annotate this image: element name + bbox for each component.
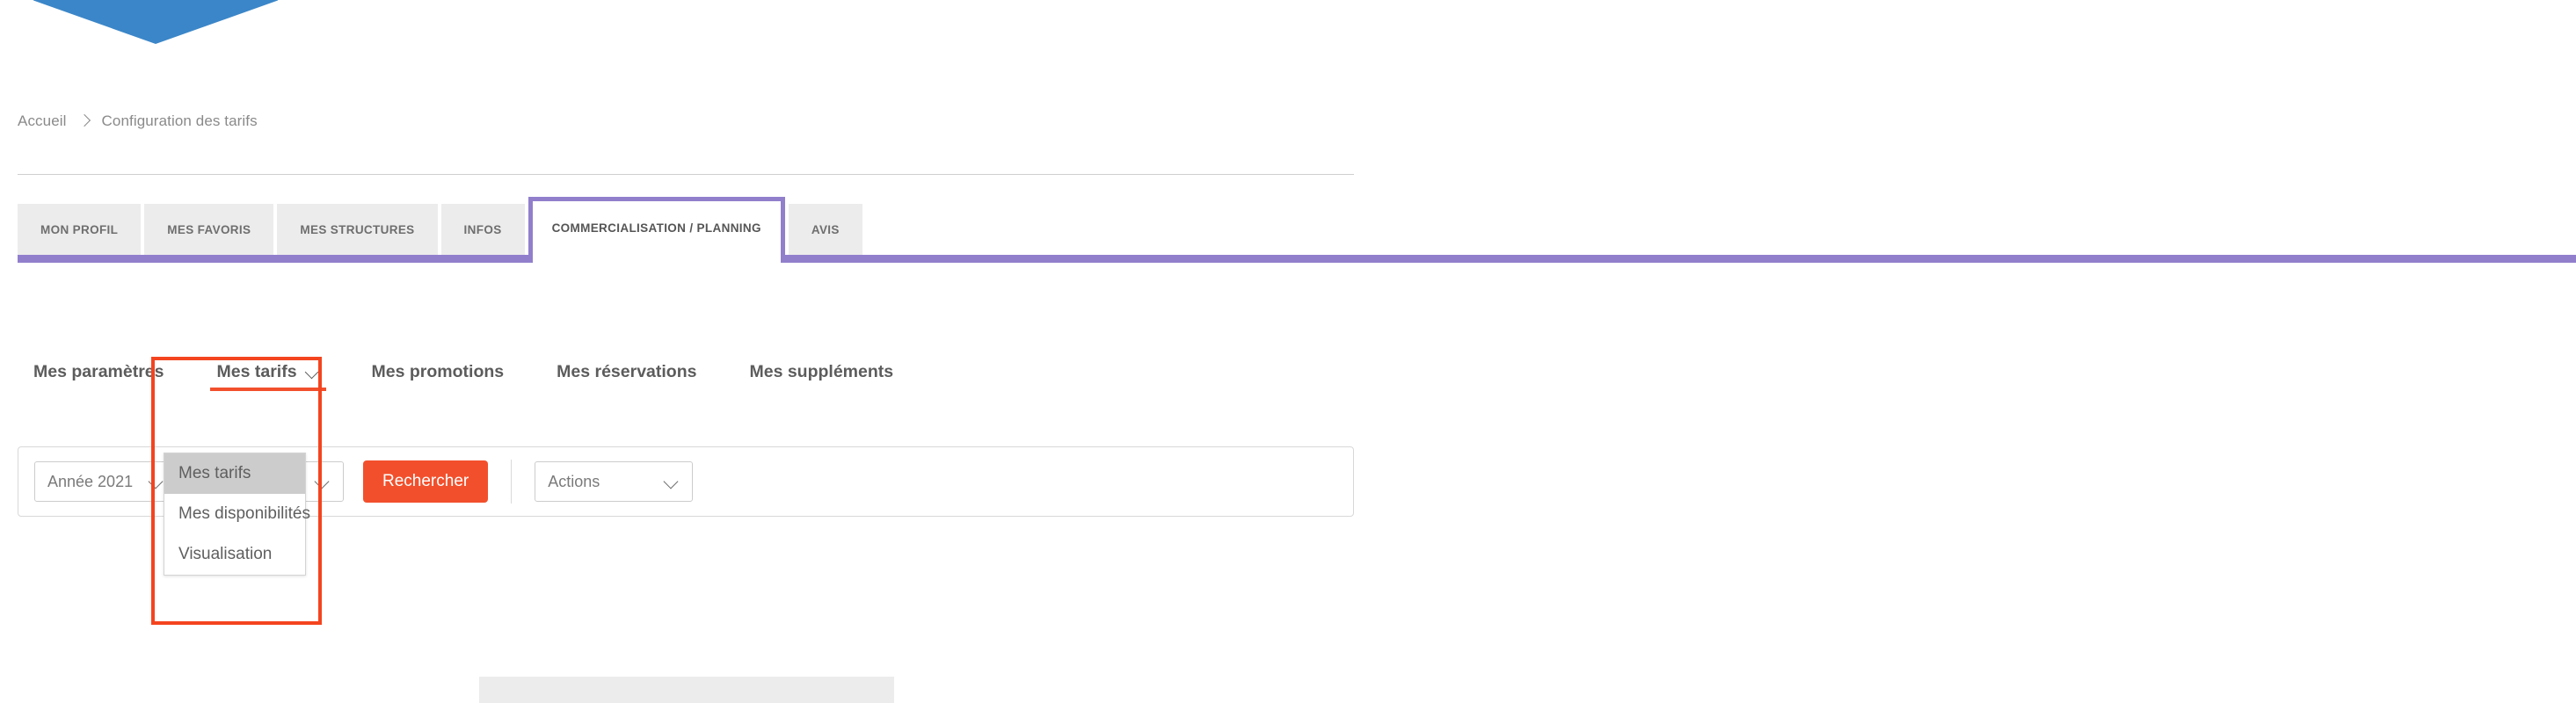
subnav-label: Mes paramètres <box>33 362 164 381</box>
mes-tarifs-dropdown-menu: Mes tarifs Mes disponibilités Visualisat… <box>164 453 310 576</box>
chevron-down-icon <box>305 367 319 378</box>
tab-label: MON PROFIL <box>40 222 119 236</box>
chevron-down-icon <box>315 476 331 488</box>
tab-label: INFOS <box>463 222 502 236</box>
dropdown-item-visualisation[interactable]: Visualisation <box>164 534 305 575</box>
content-placeholder-strip <box>479 677 894 703</box>
actions-select-value: Actions <box>548 472 600 490</box>
tab-mon-profil[interactable]: MON PROFIL <box>18 204 142 255</box>
subnav-label: Mes tarifs <box>216 362 297 381</box>
tab-infos[interactable]: INFOS <box>440 204 525 255</box>
blue-banner-shape <box>33 0 278 44</box>
subnav-item-mes-parametres[interactable]: Mes paramètres <box>33 362 191 396</box>
dropdown-item-label: Mes tarifs <box>178 464 251 482</box>
tab-avis[interactable]: AVIS <box>788 204 862 255</box>
breadcrumb-item-home[interactable]: Accueil <box>18 112 67 130</box>
subnav-item-mes-tarifs[interactable]: Mes tarifs <box>191 362 346 396</box>
tab-mes-structures[interactable]: MES STRUCTURES <box>277 204 438 255</box>
subnav-label: Mes promotions <box>371 362 505 381</box>
subnav-label: Mes réservations <box>557 362 697 381</box>
primary-tab-strip: MON PROFIL MES FAVORIS MES STRUCTURES IN… <box>18 197 866 257</box>
chevron-right-icon <box>79 113 90 129</box>
search-button[interactable]: Rechercher <box>363 460 489 503</box>
dropdown-item-mes-disponibilites[interactable]: Mes disponibilités <box>164 494 310 534</box>
dropdown-item-label: Visualisation <box>178 545 273 563</box>
dropdown-item-label: Mes disponibilités <box>178 504 310 523</box>
chevron-down-icon <box>149 476 164 488</box>
dropdown-item-mes-tarifs[interactable]: Mes tarifs <box>164 453 305 494</box>
tab-label: MES FAVORIS <box>167 222 251 236</box>
secondary-nav: Mes paramètres Mes tarifs Mes promotions… <box>33 362 920 396</box>
chevron-down-icon <box>664 476 680 488</box>
subnav-item-mes-supplements[interactable]: Mes suppléments <box>723 362 920 396</box>
breadcrumb: Accueil Configuration des tarifs <box>18 112 258 130</box>
breadcrumb-divider <box>18 174 1354 175</box>
tab-label: COMMERCIALISATION / PLANNING <box>551 221 761 235</box>
year-select-value: Année 2021 <box>47 472 134 490</box>
tab-label: AVIS <box>811 222 840 236</box>
actions-select[interactable]: Actions <box>535 461 694 502</box>
breadcrumb-item-current: Configuration des tarifs <box>101 112 258 129</box>
filter-divider <box>511 460 513 504</box>
tab-mes-favoris[interactable]: MES FAVORIS <box>144 204 274 255</box>
subnav-item-mes-promotions[interactable]: Mes promotions <box>346 362 531 396</box>
subnav-item-mes-reservations[interactable]: Mes réservations <box>530 362 723 396</box>
active-tab-notch <box>532 255 781 264</box>
tabs-underline-bar <box>18 255 2576 263</box>
year-select[interactable]: Année 2021 <box>34 461 175 502</box>
tab-commercialisation-planning[interactable]: COMMERCIALISATION / PLANNING <box>528 197 785 255</box>
tab-label: MES STRUCTURES <box>300 222 415 236</box>
subnav-label: Mes suppléments <box>749 362 894 381</box>
